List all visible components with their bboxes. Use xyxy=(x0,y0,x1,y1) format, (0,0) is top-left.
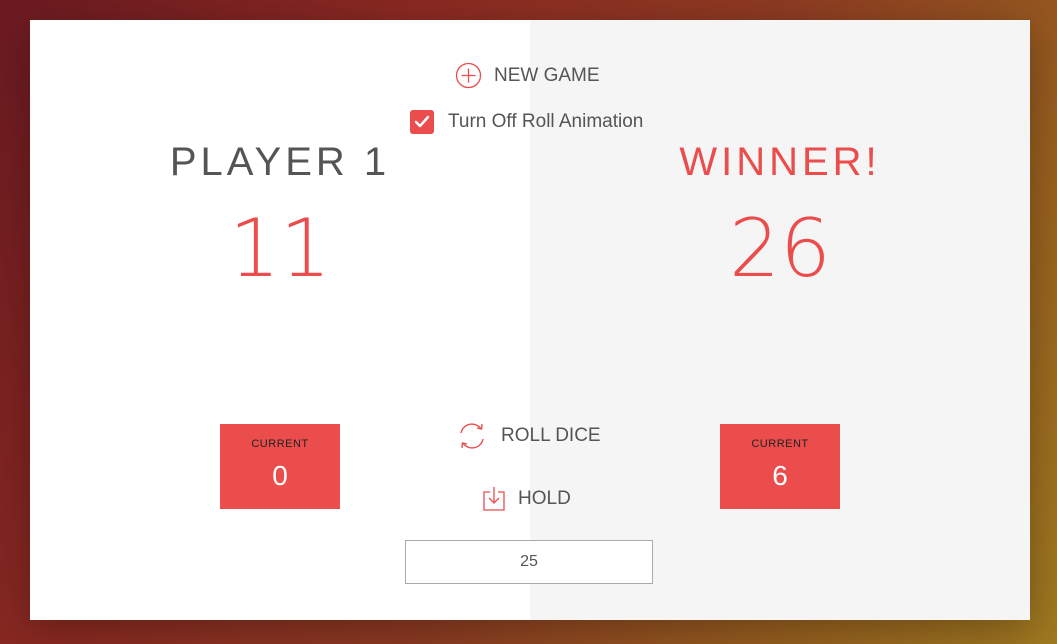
new-game-label: NEW GAME xyxy=(494,64,600,86)
player-1-score: 11 xyxy=(229,202,331,295)
player-2-name: WINNER! xyxy=(679,140,881,184)
player-1-current-score: 0 xyxy=(272,460,288,491)
plus-circle-icon xyxy=(455,62,482,89)
final-score-input[interactable] xyxy=(405,540,653,584)
hold-button[interactable]: HOLD xyxy=(482,486,571,512)
download-icon xyxy=(482,486,506,512)
player-2-score: 26 xyxy=(729,202,831,295)
roll-dice-label: ROLL DICE xyxy=(501,425,601,446)
animation-toggle[interactable]: Turn Off Roll Animation xyxy=(410,110,643,134)
game-board: PLAYER 1 11 CURRENT 0 WINNER! 26 CURRENT… xyxy=(30,20,1030,620)
animation-checkbox[interactable] xyxy=(410,110,434,134)
player-2-current-score: 6 xyxy=(772,460,788,491)
player-2-current-label: CURRENT xyxy=(751,438,809,450)
roll-dice-button[interactable]: ROLL DICE xyxy=(455,420,601,452)
animation-toggle-label: Turn Off Roll Animation xyxy=(448,111,644,132)
player-1-name: PLAYER 1 xyxy=(169,140,391,184)
player-1-current-box: CURRENT 0 xyxy=(220,424,340,509)
checkmark-icon xyxy=(414,115,430,128)
new-game-button[interactable]: NEW GAME xyxy=(455,62,600,89)
player-1-current-label: CURRENT xyxy=(251,438,309,450)
refresh-icon xyxy=(455,420,489,452)
player-2-current-box: CURRENT 6 xyxy=(720,424,840,509)
hold-label: HOLD xyxy=(518,488,571,509)
